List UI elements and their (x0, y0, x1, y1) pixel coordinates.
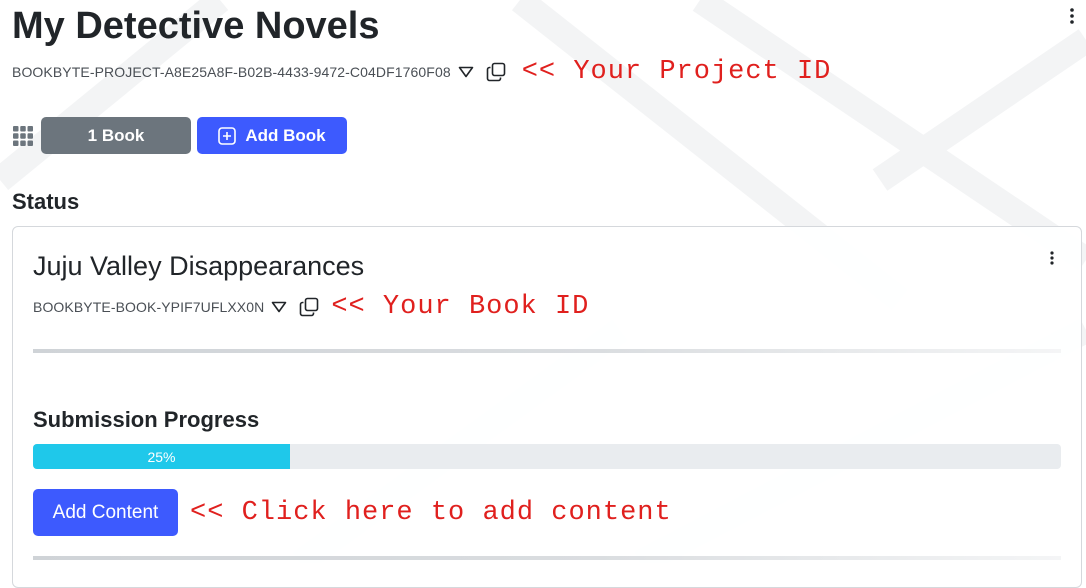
add-book-button[interactable]: Add Book (197, 117, 347, 154)
book-title: Juju Valley Disappearances (33, 251, 365, 281)
status-heading: Status (12, 189, 80, 214)
project-menu-kebab-icon[interactable] (1064, 6, 1080, 26)
book-toolbar: 1 Book Add Book (12, 117, 347, 154)
card-divider (33, 349, 1061, 353)
project-id-annotation: << Your Project ID (521, 57, 832, 87)
add-content-annotation: << Click here to add content (190, 497, 672, 528)
book-id-row: BOOKBYTE-BOOK-YPIF7UFLXX0N << Your Book … (33, 292, 590, 322)
add-book-label: Add Book (245, 125, 326, 145)
add-content-button[interactable]: Add Content (33, 489, 178, 536)
book-count-button[interactable]: 1 Book (41, 117, 191, 154)
book-id-copy-icon[interactable] (299, 297, 319, 317)
book-menu-kebab-icon[interactable] (1044, 248, 1060, 268)
project-id-copy-icon[interactable] (486, 62, 506, 82)
book-id: BOOKBYTE-BOOK-YPIF7UFLXX0N (33, 299, 265, 315)
add-content-row: Add Content << Click here to add content (33, 489, 672, 536)
progress-bar-fill: 25% (33, 444, 290, 469)
page-title: My Detective Novels (12, 5, 380, 47)
submission-progress-heading: Submission Progress (33, 407, 260, 432)
grid-view-icon[interactable] (12, 125, 34, 147)
project-page: My Detective Novels BOOKBYTE-PROJECT-A8E… (0, 0, 1086, 588)
card-divider-bottom (33, 556, 1061, 560)
project-id-row: BOOKBYTE-PROJECT-A8E25A8F-B02B-4433-9472… (12, 57, 832, 87)
plus-square-icon (218, 126, 237, 145)
book-id-caret-down-icon[interactable] (271, 301, 287, 313)
submission-progress-bar: 25% (33, 444, 1061, 469)
project-id-caret-down-icon[interactable] (458, 66, 474, 78)
project-id: BOOKBYTE-PROJECT-A8E25A8F-B02B-4433-9472… (12, 64, 451, 80)
book-id-annotation: << Your Book ID (331, 292, 590, 322)
